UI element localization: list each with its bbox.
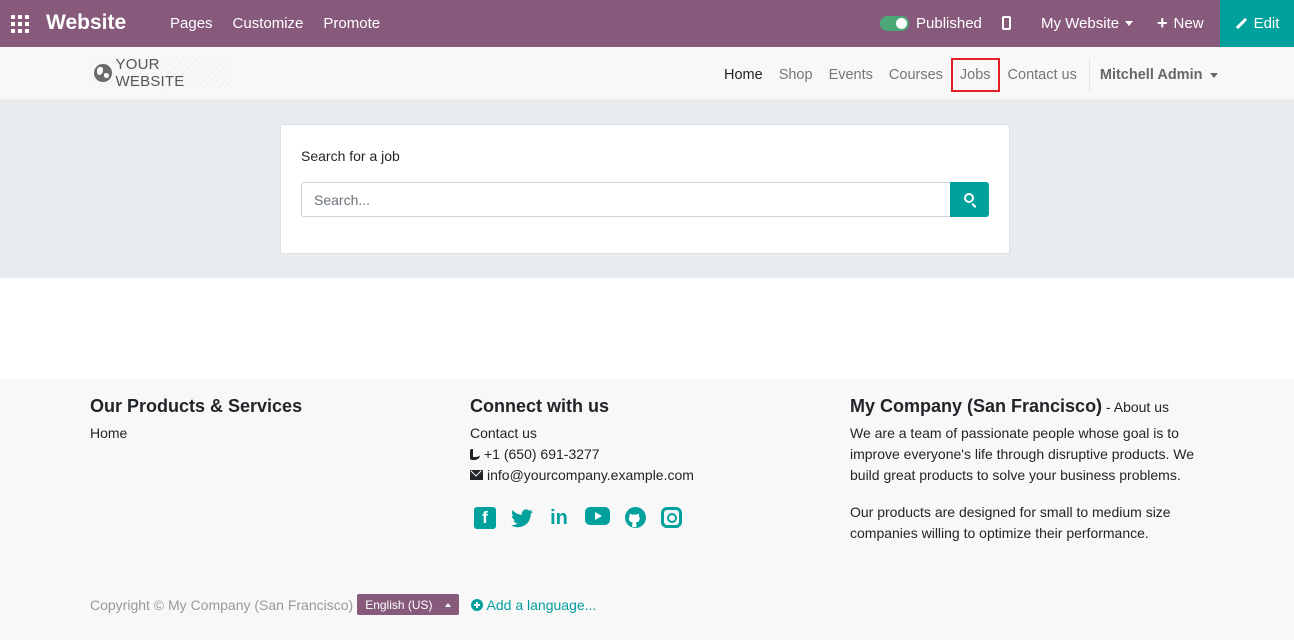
website-selector[interactable]: My Website [1041,15,1134,32]
nav-home[interactable]: Home [716,58,771,92]
admin-menu: Pages Customize Promote [170,15,380,32]
about-us-link[interactable]: About us [1114,399,1169,415]
search-title: Search for a job [301,148,400,164]
plus-circle-icon [470,598,483,611]
menu-customize[interactable]: Customize [233,15,304,32]
phone-number: +1 (650) 691-3277 [484,446,600,462]
published-toggle[interactable]: Published [880,15,982,32]
nav-events[interactable]: Events [821,58,881,92]
linkedin-icon[interactable]: in [548,507,570,529]
chevron-up-icon [444,602,451,607]
company-description-1: We are a team of passionate people whose… [850,425,1195,483]
content-area [0,278,1294,379]
site-header: YOUR WEBSITE Home Shop Events Courses Jo… [0,47,1294,100]
copyright-bar: Copyright © My Company (San Francisco) E… [90,594,596,615]
heading-separator: - [1102,399,1114,415]
twitter-icon[interactable] [511,507,533,529]
pencil-icon [1235,18,1247,30]
company-name: My Company (San Francisco) [850,396,1103,416]
mobile-preview-icon[interactable] [1002,16,1011,30]
website-selector-label: My Website [1041,15,1120,32]
products-heading: Our Products & Services [90,396,303,416]
user-menu[interactable]: Mitchell Admin [1094,67,1225,83]
envelope-icon [470,470,483,480]
menu-promote[interactable]: Promote [323,15,380,32]
social-links: f in [474,507,682,529]
admin-bar: Website Pages Customize Promote Publishe… [0,0,1294,47]
job-search-section: Search for a job [0,100,1294,278]
email-line: info@yourcompany.example.com [470,465,810,486]
phone-icon [470,449,480,460]
nav-jobs[interactable]: Jobs [950,58,1000,92]
apps-menu-icon[interactable] [11,15,29,33]
nav-courses[interactable]: Courses [881,58,951,92]
company-description-2: Our products are designed for small to m… [850,504,1171,541]
instagram-icon[interactable] [661,507,682,528]
footer-company: My Company (San Francisco) - About us We… [850,396,1205,560]
nav-divider [1088,58,1090,92]
search-card: Search for a job [280,124,1010,254]
facebook-icon[interactable]: f [474,507,496,529]
github-icon[interactable] [625,507,646,528]
plus-icon: + [1157,13,1168,33]
copyright-text: Copyright © My Company (San Francisco) [90,596,354,613]
app-title: Website [46,11,127,34]
email-address[interactable]: info@yourcompany.example.com [487,467,694,483]
edit-button[interactable]: Edit [1220,0,1294,47]
main-nav: Home Shop Events Courses Jobs Contact us… [716,58,1224,92]
new-button[interactable]: + New [1157,13,1204,33]
footer-home-link[interactable]: Home [90,423,430,444]
footer-products: Our Products & Services Home [90,396,430,444]
search-button[interactable] [950,182,989,217]
footer-connect: Connect with us Contact us +1 (650) 691-… [470,396,810,486]
search-input[interactable] [301,182,951,217]
chevron-down-icon [1210,72,1219,78]
user-name: Mitchell Admin [1099,67,1203,83]
connect-heading: Connect with us [470,396,609,416]
nav-shop[interactable]: Shop [771,58,821,92]
published-label: Published [916,15,982,32]
edit-button-label: Edit [1253,15,1280,32]
search-icon [964,193,974,203]
new-button-label: New [1173,15,1204,32]
company-heading: My Company (San Francisco) - About us [850,396,1205,417]
language-selector[interactable]: English (US) [357,594,459,615]
phone-line: +1 (650) 691-3277 [470,444,810,465]
add-language-label: Add a language... [486,596,597,613]
logo-text: YOUR WEBSITE [115,56,185,90]
chevron-down-icon [1125,21,1134,26]
language-label: English (US) [365,597,433,612]
menu-pages[interactable]: Pages [170,15,213,32]
nav-contact-us[interactable]: Contact us [1000,58,1085,92]
footer-contact-link[interactable]: Contact us [470,423,810,444]
globe-icon [94,64,112,82]
footer: Our Products & Services Home Connect wit… [0,379,1294,640]
youtube-icon[interactable] [585,507,610,525]
add-language-link[interactable]: Add a language... [470,596,597,613]
site-logo[interactable]: YOUR WEBSITE [88,56,230,90]
toggle-switch-icon[interactable] [880,16,909,31]
